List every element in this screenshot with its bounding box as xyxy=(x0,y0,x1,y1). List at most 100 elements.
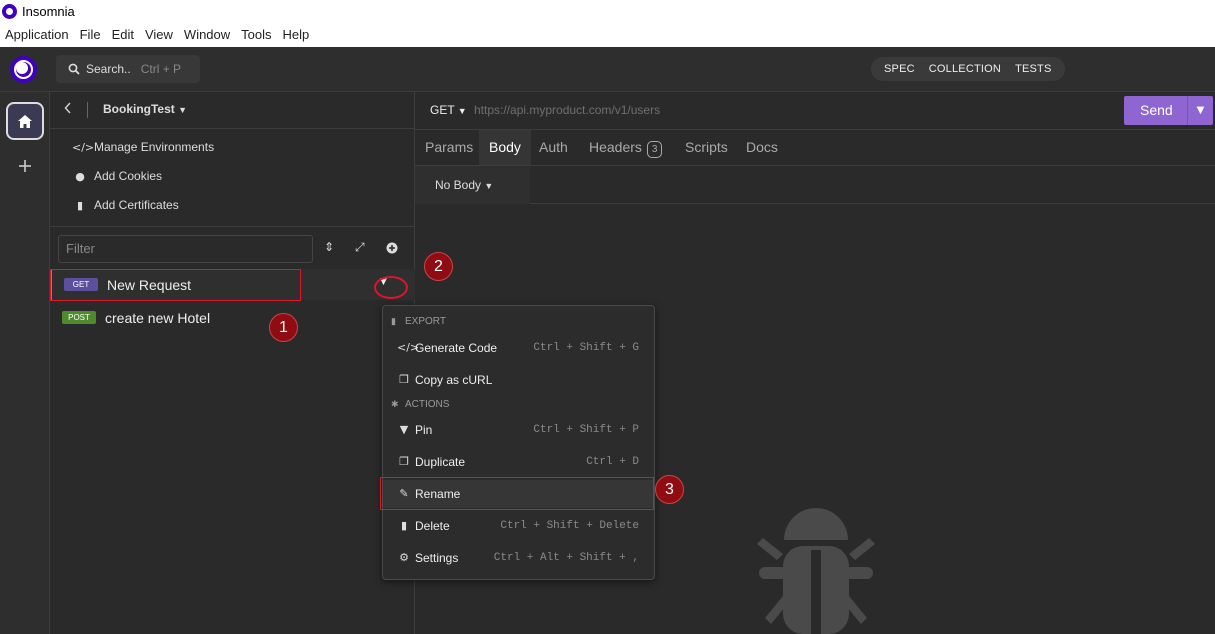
actions-section-label: ACTIONS xyxy=(405,399,450,410)
plus-icon xyxy=(19,160,31,172)
tab-collection[interactable]: COLLECTION xyxy=(922,63,1008,75)
cookie-icon: ● xyxy=(75,169,85,183)
settings-label: Settings xyxy=(415,551,459,565)
shortcut: Ctrl + D xyxy=(586,456,639,468)
copy-icon: ❐ xyxy=(399,455,409,468)
add-request-button[interactable] xyxy=(386,242,398,257)
menu-item-duplicate[interactable]: ❐ Duplicate Ctrl + D xyxy=(383,448,654,476)
request-name: create new Hotel xyxy=(105,309,211,326)
project-dropdown[interactable]: BookingTest ▼ xyxy=(103,102,187,116)
pin-label: Pin xyxy=(415,423,433,437)
divider xyxy=(87,102,88,118)
request-item[interactable]: POST create new Hotel xyxy=(50,302,415,333)
add-workspace-button[interactable] xyxy=(14,155,36,177)
search-shortcut: Ctrl + P xyxy=(140,62,182,76)
back-icon[interactable] xyxy=(64,102,72,118)
menu-help[interactable]: Help xyxy=(283,27,310,42)
insomnia-logo-icon xyxy=(2,3,17,19)
menu-file[interactable]: File xyxy=(80,27,101,42)
annotation-number: 2 xyxy=(424,252,453,281)
tab-headers-label: Headers xyxy=(589,139,642,155)
sidebar-links: </> Manage Environments ● Add Cookies ▮ … xyxy=(50,129,415,227)
copy-icon: ❐ xyxy=(399,373,409,386)
manage-environments-label: Manage Environments xyxy=(94,140,215,154)
menubar: Application File Edit View Window Tools … xyxy=(0,22,1215,47)
trash-icon: ▮ xyxy=(400,519,408,532)
method-label: GET xyxy=(430,103,455,117)
code-icon: </> xyxy=(397,341,420,354)
request-tabs: Params Body Auth Headers 3 Scripts Docs xyxy=(415,130,1215,166)
add-cookies-link[interactable]: ● Add Cookies xyxy=(72,169,162,183)
send-label: Send xyxy=(1140,102,1173,118)
body-type-value: No Body xyxy=(435,178,482,192)
menu-window[interactable]: Window xyxy=(184,27,230,42)
method-dropdown[interactable]: GET ▼ xyxy=(430,103,467,117)
search-label: Search.. xyxy=(86,62,131,76)
chevron-down-icon: ▼ xyxy=(178,105,188,115)
url-bar: GET ▼ https://api.myproduct.com/v1/users… xyxy=(415,92,1215,130)
send-button[interactable]: Send ▼ xyxy=(1124,96,1213,125)
request-context-menu: ▮ EXPORT </> Generate Code Ctrl + Shift +… xyxy=(382,305,655,580)
search-button[interactable]: Search.. Ctrl + P xyxy=(56,55,200,83)
menu-item-copy-as-curl[interactable]: ❐ Copy as cURL xyxy=(383,366,654,394)
home-button[interactable] xyxy=(6,102,44,140)
annotation-box xyxy=(380,477,654,510)
annotation-box xyxy=(50,269,301,301)
search-icon xyxy=(68,63,80,75)
add-certificates-link[interactable]: ▮ Add Certificates xyxy=(72,198,179,212)
method-badge: POST xyxy=(62,311,96,324)
tab-scripts[interactable]: Scripts xyxy=(675,130,738,165)
duplicate-label: Duplicate xyxy=(415,455,466,469)
manage-environments-link[interactable]: </> Manage Environments xyxy=(72,140,214,154)
plus-circle-icon xyxy=(386,242,398,254)
tab-auth[interactable]: Auth xyxy=(529,130,578,165)
tab-spec[interactable]: SPEC xyxy=(877,63,922,75)
menu-application[interactable]: Application xyxy=(5,27,69,42)
actions-section-header: ✱ ACTIONS xyxy=(391,399,449,410)
code-icon: </> xyxy=(72,140,95,154)
shortcut: Ctrl + Shift + G xyxy=(533,342,639,354)
annotation-number: 3 xyxy=(655,475,684,504)
sidebar: BookingTest ▼ </> Manage Environments ● … xyxy=(50,92,415,634)
tab-params[interactable]: Params xyxy=(415,130,483,165)
export-icon: ▮ xyxy=(391,316,396,326)
home-icon xyxy=(18,114,32,128)
window-titlebar: Insomnia xyxy=(0,0,1215,22)
annotation-number: 1 xyxy=(269,313,298,342)
insomnia-logo-icon[interactable] xyxy=(10,56,37,83)
menu-view[interactable]: View xyxy=(145,27,173,42)
tab-tests[interactable]: TESTS xyxy=(1008,63,1058,75)
gear-icon: ⚙ xyxy=(399,551,409,564)
pin-icon: ▼ xyxy=(399,423,409,436)
shortcut: Ctrl + Shift + Delete xyxy=(500,520,639,532)
delete-label: Delete xyxy=(415,519,450,533)
sidebar-header: BookingTest ▼ xyxy=(50,92,415,129)
menu-edit[interactable]: Edit xyxy=(112,27,134,42)
chevron-down-icon: ▼ xyxy=(484,181,494,191)
gear-icon: ✱ xyxy=(391,399,399,409)
menu-item-settings[interactable]: ⚙ Settings Ctrl + Alt + Shift + , xyxy=(383,544,654,572)
body-toolbar: No Body ▼ xyxy=(415,166,1215,204)
send-options-dropdown[interactable]: ▼ xyxy=(1187,96,1213,125)
add-certificates-label: Add Certificates xyxy=(94,198,179,212)
url-input[interactable]: https://api.myproduct.com/v1/users xyxy=(474,103,660,117)
export-section-label: EXPORT xyxy=(405,316,446,327)
menu-item-pin[interactable]: ▼ Pin Ctrl + Shift + P xyxy=(383,416,654,444)
tab-body[interactable]: Body xyxy=(479,130,531,165)
left-rail xyxy=(0,92,50,634)
project-name: BookingTest xyxy=(103,102,175,116)
shortcut: Ctrl + Alt + Shift + , xyxy=(493,552,639,564)
mode-tabs: SPEC COLLECTION TESTS xyxy=(871,57,1065,81)
menu-tools[interactable]: Tools xyxy=(241,27,271,42)
tab-headers[interactable]: Headers 3 xyxy=(579,130,672,165)
menu-item-generate-code[interactable]: </> Generate Code Ctrl + Shift + G xyxy=(383,334,654,362)
generate-code-label: Generate Code xyxy=(415,341,498,355)
add-cookies-label: Add Cookies xyxy=(94,169,163,183)
sort-icon[interactable]: ⇕ xyxy=(324,240,334,254)
shortcut: Ctrl + Shift + P xyxy=(533,424,639,436)
copy-as-curl-label: Copy as cURL xyxy=(415,373,493,387)
tab-docs[interactable]: Docs xyxy=(736,130,788,165)
expand-icon[interactable]: ⤢ xyxy=(355,240,365,255)
filter-input[interactable]: Filter xyxy=(58,235,313,263)
menu-item-delete[interactable]: ▮ Delete Ctrl + Shift + Delete xyxy=(383,512,654,540)
